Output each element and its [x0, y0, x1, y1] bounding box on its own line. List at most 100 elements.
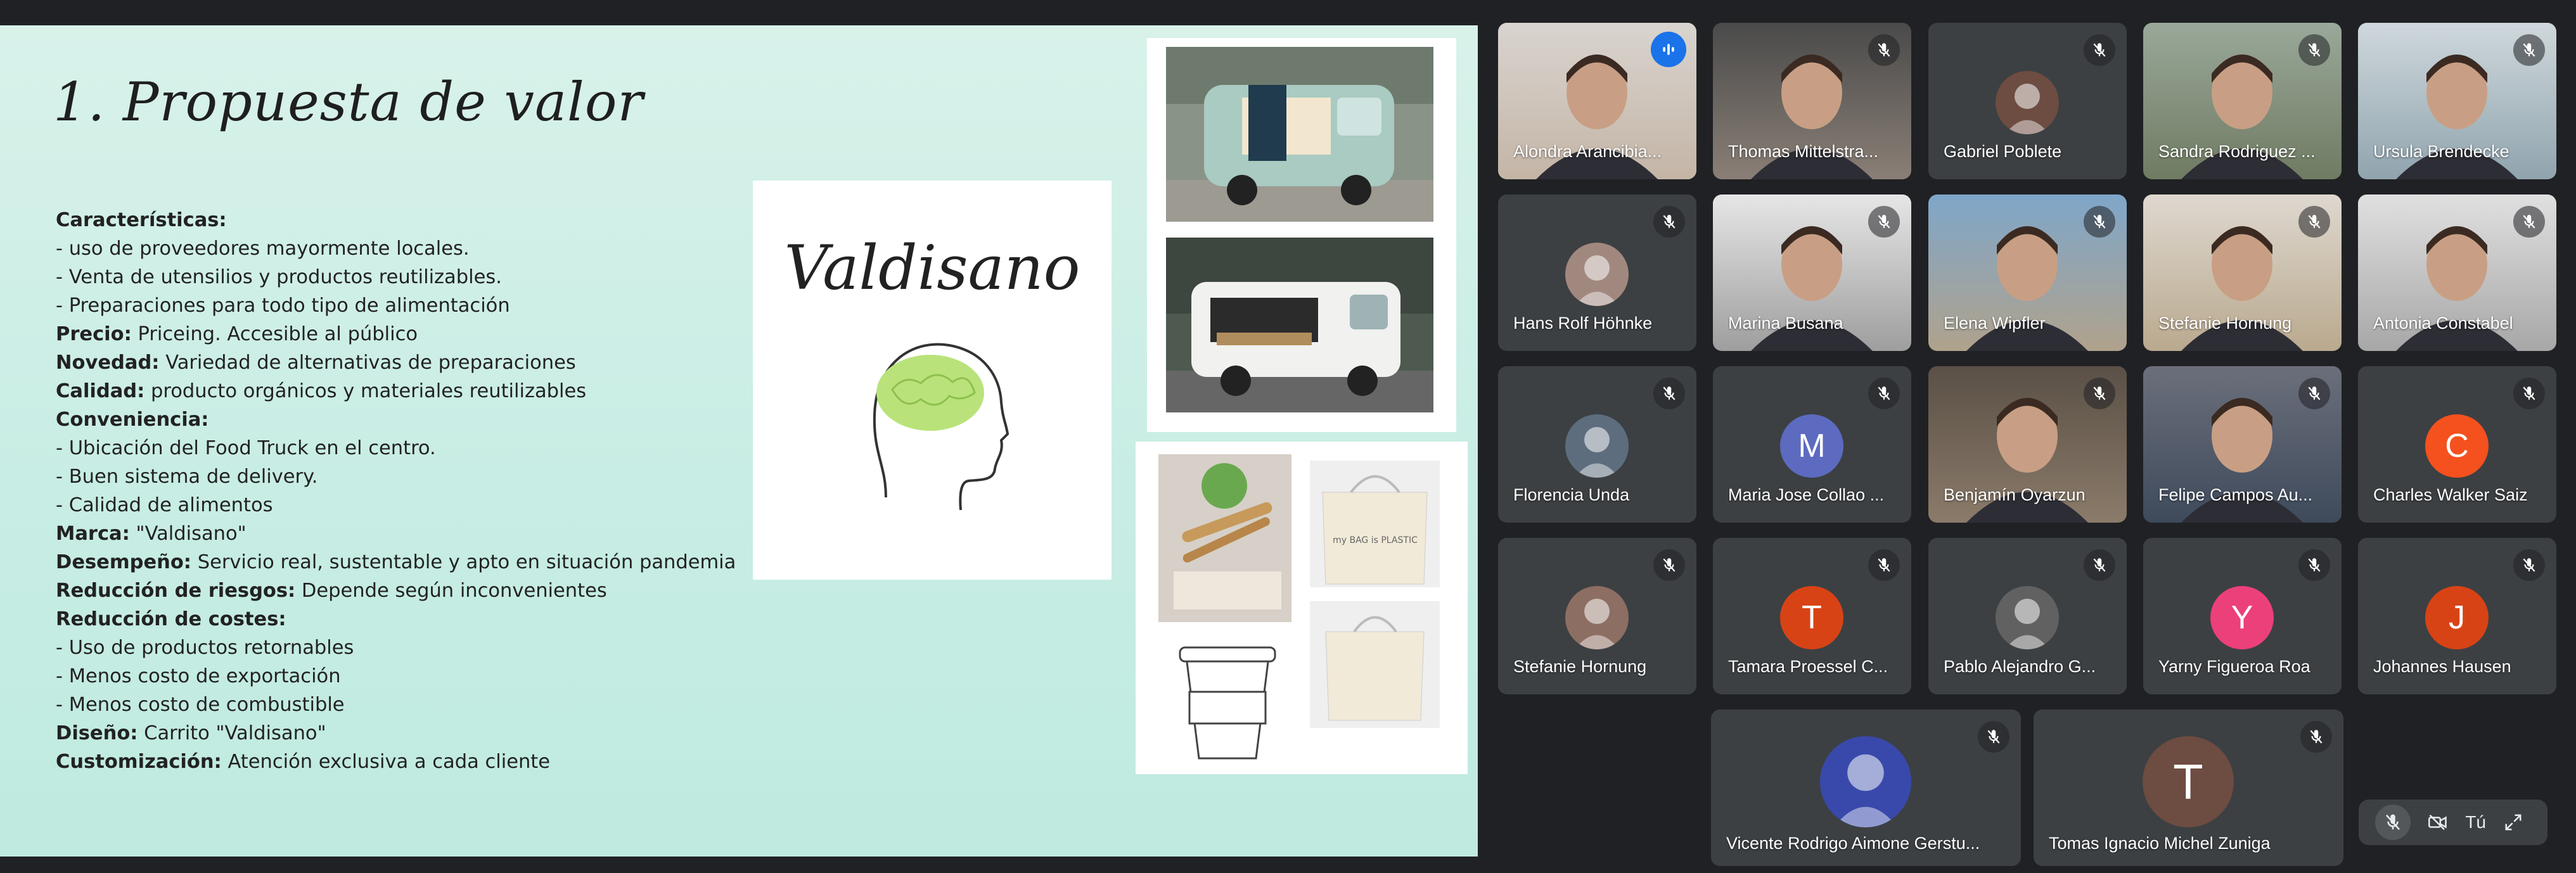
slide-line-label: Marca:	[56, 523, 130, 545]
mic-muted-icon	[2513, 206, 2545, 238]
participant-tile[interactable]: T Tomas Ignacio Michel Zuniga	[2034, 710, 2343, 866]
mic-off-button[interactable]	[2374, 805, 2411, 840]
participant-tile[interactable]: Elena Wipfler	[1928, 194, 2127, 351]
participant-tile[interactable]: Thomas Mittelstra...	[1713, 23, 1911, 179]
participant-tile[interactable]: Pablo Alejandro G...	[1928, 538, 2127, 694]
slide-line: - Calidad de alimentos	[56, 491, 766, 519]
slide-line: Customización: Atención exclusiva a cada…	[56, 748, 766, 776]
participant-name: Marina Busana	[1728, 314, 1843, 333]
logo-text: Valdisano	[784, 233, 1080, 303]
participant-name: Thomas Mittelstra...	[1728, 142, 1879, 161]
slide-line-text: - Buen sistema de delivery.	[56, 466, 318, 488]
mic-muted-icon	[2298, 206, 2330, 238]
camera-off-button[interactable]	[2420, 805, 2456, 840]
mic-muted-icon	[2084, 34, 2115, 66]
mic-muted-icon	[2300, 721, 2332, 753]
participant-avatar: T	[1780, 586, 1843, 649]
slide-line: - Preparaciones para todo tipo de alimen…	[56, 291, 766, 320]
participant-name: Ursula Brendecke	[2373, 142, 2509, 161]
participant-tile[interactable]: Felipe Campos Au...	[2143, 366, 2342, 523]
slide-line-text: - Uso de productos retornables	[56, 637, 354, 659]
slide-line-text: - Ubicación del Food Truck en el centro.	[56, 437, 436, 459]
participant-name: Johannes Hausen	[2373, 657, 2511, 676]
slide-line: Reducción de riesgos: Depende según inco…	[56, 577, 766, 605]
participant-name: Elena Wipfler	[1944, 314, 2046, 333]
participant-avatar	[1996, 71, 2059, 134]
mic-muted-icon	[1653, 549, 1685, 581]
participant-tile[interactable]: Y Yarny Figueroa Roa	[2143, 538, 2342, 694]
participant-tile[interactable]: Antonia Constabel	[2358, 194, 2556, 351]
slide-line-label: Precio:	[56, 323, 132, 345]
valdisano-logo-card: Valdisano	[753, 181, 1112, 580]
mic-muted-icon	[1653, 206, 1685, 238]
bag-text: my BAG is PLASTIC	[1333, 535, 1418, 545]
slide-line-label: Novedad:	[56, 352, 160, 374]
slide-line: - Buen sistema de delivery.	[56, 462, 766, 491]
participant-tile[interactable]: Sandra Rodriguez ...	[2143, 23, 2342, 179]
participant-tile[interactable]: Stefanie Hornung	[1498, 538, 1696, 694]
participant-tile[interactable]: J Johannes Hausen	[2358, 538, 2556, 694]
participant-avatar: J	[2425, 586, 2489, 649]
expand-button[interactable]	[2496, 805, 2531, 840]
mic-muted-icon	[1868, 549, 1900, 581]
participant-tile[interactable]: C Charles Walker Saiz	[2358, 366, 2556, 523]
slide-line: - Menos costo de exportación	[56, 662, 766, 691]
slide-line-text: - Calidad de alimentos	[56, 494, 273, 516]
mic-muted-icon	[2084, 549, 2115, 581]
slide-line-text: - Menos costo de combustible	[56, 694, 345, 716]
participant-tile[interactable]: Benjamín Oyarzun	[1928, 366, 2127, 523]
participant-avatar: C	[2425, 414, 2489, 478]
self-view-controls: Tú	[2359, 800, 2547, 845]
participant-avatar	[1565, 243, 1629, 306]
food-truck-photo-green	[1166, 47, 1433, 222]
speaking-indicator-icon	[1651, 32, 1686, 67]
mic-muted-icon	[2298, 378, 2330, 409]
participant-tile[interactable]: Ursula Brendecke	[2358, 23, 2556, 179]
participant-tile[interactable]: Vicente Rodrigo Aimone Gerstu...	[1711, 710, 2021, 866]
slide-title: 1. Propuesta de valor	[53, 71, 644, 133]
slide-line-label: Conveniencia:	[56, 409, 209, 431]
expand-icon	[2505, 814, 2522, 831]
participant-name: Benjamín Oyarzun	[1944, 485, 2086, 504]
slide-line: - Uso de productos retornables	[56, 634, 766, 662]
mic-muted-icon	[1868, 206, 1900, 238]
participant-avatar	[1820, 736, 1911, 827]
food-truck-photos	[1147, 38, 1456, 432]
participant-avatar	[1996, 586, 2059, 649]
slide-line: - Menos costo de combustible	[56, 691, 766, 719]
participant-tile[interactable]: Alondra Arancibia...	[1498, 23, 1696, 179]
participant-name: Charles Walker Saiz	[2373, 485, 2528, 504]
slide-line: Marca: "Valdisano"	[56, 519, 766, 548]
mic-muted-icon	[1868, 34, 1900, 66]
participant-avatar	[1565, 586, 1629, 649]
participant-name: Gabriel Poblete	[1944, 142, 2062, 161]
participant-tile[interactable]: M Maria Jose Collao ...	[1713, 366, 1911, 523]
camera-off-icon	[2428, 814, 2447, 831]
participant-tile[interactable]: Gabriel Poblete	[1928, 23, 2127, 179]
slide-line-label: Desempeño:	[56, 551, 192, 573]
participant-name: Stefanie Hornung	[2158, 314, 2292, 333]
slide-line-text: - Menos costo de exportación	[56, 665, 341, 687]
participant-avatar: M	[1780, 414, 1843, 478]
head-brain-icon	[873, 343, 1009, 511]
slide-line: - Venta de utensilios y productos reutil…	[56, 263, 766, 291]
mic-muted-icon	[2084, 206, 2115, 238]
participant-tile[interactable]: Florencia Unda	[1498, 366, 1696, 523]
participant-tile[interactable]: Marina Busana	[1713, 194, 1911, 351]
mic-muted-icon	[1978, 721, 2009, 753]
mic-muted-icon	[1653, 378, 1685, 409]
mic-off-icon	[2385, 814, 2400, 831]
participant-tile[interactable]: Stefanie Hornung	[2143, 194, 2342, 351]
slide-line-text: Depende según inconvenientes	[295, 580, 607, 602]
participant-name: Vicente Rodrigo Aimone Gerstu...	[1726, 834, 1980, 853]
slide-line-text: Carrito "Valdisano"	[138, 722, 326, 744]
participant-tile[interactable]: T Tamara Proessel C...	[1713, 538, 1911, 694]
slide-line: Novedad: Variedad de alternativas de pre…	[56, 348, 766, 377]
slide-line-label: Reducción de costes:	[56, 608, 286, 630]
slide-line-label: Reducción de riesgos:	[56, 580, 296, 602]
participant-name: Tamara Proessel C...	[1728, 657, 1888, 676]
slide-line-text: Variedad de alternativas de preparacione…	[159, 352, 576, 374]
participant-tile[interactable]: Hans Rolf Höhnke	[1498, 194, 1696, 351]
you-label: Tú	[2465, 812, 2486, 832]
slide-line-text: - Venta de utensilios y productos reutil…	[56, 266, 502, 288]
